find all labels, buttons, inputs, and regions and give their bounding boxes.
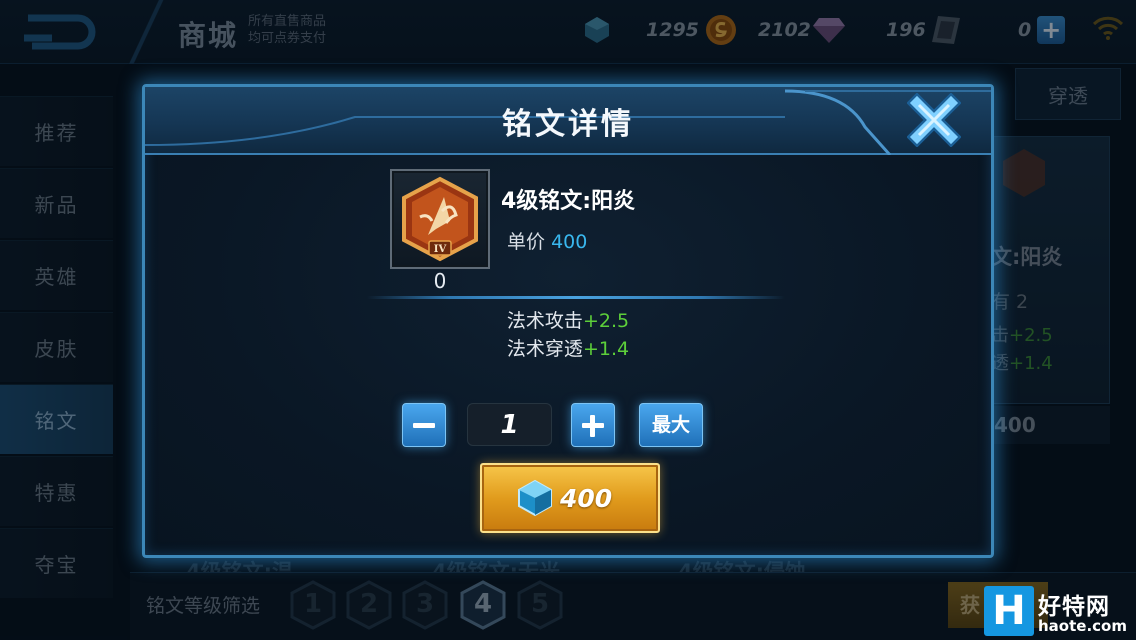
stat-value: +1.4 [582,338,630,360]
increase-quantity-button[interactable] [571,403,615,447]
watermark-url: haote.com [1038,617,1127,635]
divider [367,296,785,299]
unit-price: 单价 400 [507,227,587,254]
unit-price-value: 400 [551,231,588,253]
decrease-quantity-button[interactable] [402,403,446,447]
max-quantity-button[interactable]: 最大 [639,403,703,447]
dialog-header: 铭文详情 [145,87,991,155]
stat-value: +2.5 [582,310,630,332]
rune-level-roman: IV [434,244,447,255]
close-icon[interactable] [907,93,961,147]
watermark-logo: H [984,586,1034,636]
stat-row: 法术攻击+2.5 [145,307,991,335]
stat-name: 法术攻击 [506,310,583,332]
rune-name: 4级铭文:阳炎 [501,189,636,214]
plus-icon [590,415,595,437]
site-watermark: H 好特网 haote.com [984,586,1136,640]
unit-price-label: 单价 [507,231,546,253]
rune-detail-dialog: 铭文详情 IV 0 4级铭文:阳炎 单价 400 法术攻击+2.5 法术穿透+1… [142,84,994,558]
quantity-input[interactable]: 1 [467,403,552,446]
stat-name: 法术穿透 [506,338,583,360]
rune-image-frame: IV [390,169,490,269]
watermark-site-name: 好特网 [1038,594,1110,620]
stat-row: 法术穿透+1.4 [145,335,991,363]
rune-stats: 法术攻击+2.5 法术穿透+1.4 [145,307,991,363]
buy-price: 400 [560,483,613,513]
buy-button[interactable]: 400 [480,463,660,533]
owned-count: 0 [433,269,447,293]
blue-crystal-icon [518,479,552,517]
minus-icon [413,423,435,428]
dialog-title: 铭文详情 [502,107,634,142]
buy-button-content: 400 [516,479,612,517]
fire-rune-icon: IV [402,176,478,262]
